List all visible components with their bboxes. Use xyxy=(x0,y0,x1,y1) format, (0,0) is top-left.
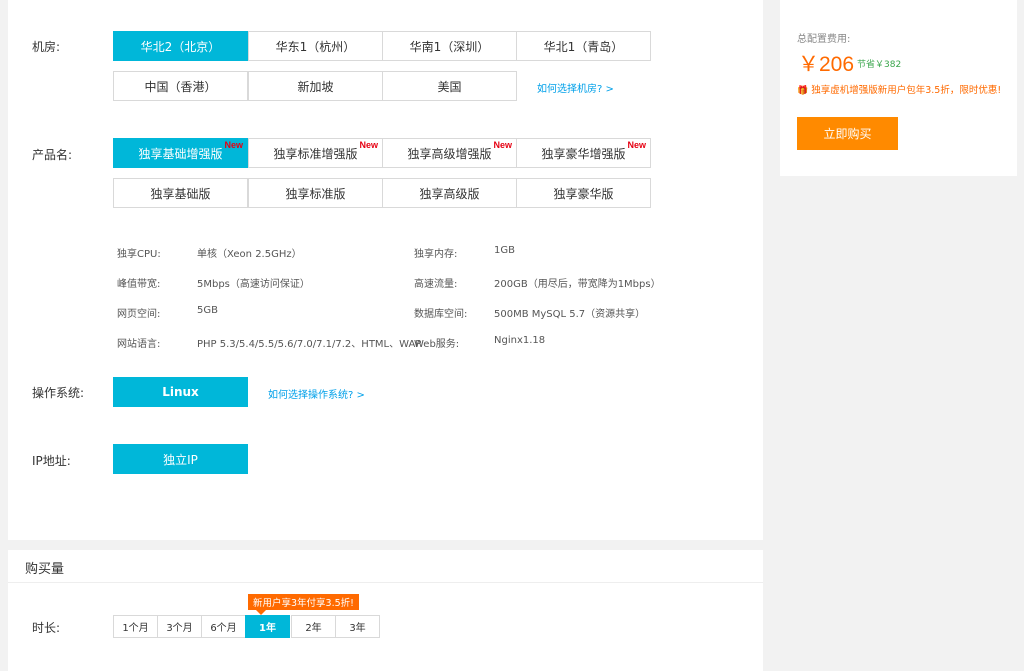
ip-label: IP地址: xyxy=(32,454,71,468)
product-option-basic-plus[interactable]: 独享基础增强版 New xyxy=(113,138,248,168)
os-help-link[interactable]: 如何选择操作系统? > xyxy=(268,386,365,401)
product-option-text: 独享基础增强版 xyxy=(138,146,223,161)
spec-space-value: 5GB xyxy=(197,305,218,316)
divider xyxy=(8,582,763,583)
duration-option-3-months[interactable]: 3个月 xyxy=(157,615,202,638)
config-panel: 机房: 华北2（北京） 华东1（杭州） 华南1（深圳） 华北1（青岛） 中国（香… xyxy=(8,0,763,540)
spec-memory-key: 独享内存: xyxy=(414,249,458,260)
product-option-standard[interactable]: 独享标准版 xyxy=(248,178,383,208)
region-option-shenzhen[interactable]: 华南1（深圳） xyxy=(382,31,517,61)
product-option-luxury-plus[interactable]: 独享豪华增强版 New xyxy=(516,138,651,168)
price-summary-panel: 总配置费用: ￥206 节省￥382 🎁 独享虚机增强版新用户包年3.5折，限时优… xyxy=(780,0,1017,176)
region-option-singapore[interactable]: 新加坡 xyxy=(248,71,383,101)
spec-cpu-value: 单核（Xeon 2.5GHz） xyxy=(197,249,302,260)
total-cost-label: 总配置费用: xyxy=(797,34,851,45)
spec-bandwidth-value: 5Mbps（高速访问保证） xyxy=(197,279,310,290)
product-option-advanced[interactable]: 独享高级版 xyxy=(382,178,517,208)
new-badge: New xyxy=(493,140,512,150)
region-option-hangzhou[interactable]: 华东1（杭州） xyxy=(248,31,383,61)
region-help-link[interactable]: 如何选择机房? > xyxy=(537,80,614,95)
region-option-qingdao[interactable]: 华北1（青岛） xyxy=(516,31,651,61)
region-option-beijing[interactable]: 华北2（北京） xyxy=(113,31,248,61)
duration-option-1-year[interactable]: 1年 xyxy=(245,615,290,638)
duration-option-3-years[interactable]: 3年 xyxy=(335,615,380,638)
duration-option-6-months[interactable]: 6个月 xyxy=(201,615,246,638)
os-label: 操作系统: xyxy=(32,386,85,400)
product-option-standard-plus[interactable]: 独享标准增强版 New xyxy=(248,138,383,168)
spec-bandwidth-key: 峰值带宽: xyxy=(117,279,161,290)
spec-traffic-value: 200GB（用尽后，带宽降为1Mbps） xyxy=(494,279,661,290)
spec-db-value: 500MB MySQL 5.7（资源共享） xyxy=(494,309,646,320)
spec-cpu-key: 独享CPU: xyxy=(117,249,161,260)
total-price: ￥206 xyxy=(798,53,855,76)
new-badge: New xyxy=(224,140,243,150)
spec-web-value: Nginx1.18 xyxy=(494,335,546,346)
gift-icon: 🎁 xyxy=(797,86,809,96)
duration-label: 时长: xyxy=(32,621,61,635)
promo-text: 独享虚机增强版新用户包年3.5折，限时优惠! xyxy=(811,85,1002,96)
spec-traffic-key: 高速流量: xyxy=(414,279,458,290)
os-option-linux[interactable]: Linux xyxy=(113,377,248,407)
duration-option-1-month[interactable]: 1个月 xyxy=(113,615,158,638)
spec-db-key: 数据库空间: xyxy=(414,309,468,320)
duration-option-2-years[interactable]: 2年 xyxy=(291,615,336,638)
spec-web-key: Web服务: xyxy=(414,339,460,350)
region-option-usa[interactable]: 美国 xyxy=(382,71,517,101)
new-badge: New xyxy=(627,140,646,150)
spec-memory-value: 1GB xyxy=(494,245,515,256)
purchase-title: 购买量 xyxy=(25,562,65,577)
product-option-advanced-plus[interactable]: 独享高级增强版 New xyxy=(382,138,517,168)
savings-text: 节省￥382 xyxy=(857,60,902,70)
region-label: 机房: xyxy=(32,40,61,54)
product-option-luxury[interactable]: 独享豪华版 xyxy=(516,178,651,208)
ip-option-dedicated[interactable]: 独立IP xyxy=(113,444,248,474)
spec-lang-key: 网站语言: xyxy=(117,339,161,350)
spec-lang-value: PHP 5.3/5.4/5.5/5.6/7.0/7.1/7.2、HTML、WAP xyxy=(197,339,422,350)
buy-now-button[interactable]: 立即购买 xyxy=(797,117,898,150)
promo-flag: 新用户享3年付享3.5折! xyxy=(248,594,359,615)
product-label: 产品名: xyxy=(32,148,73,162)
region-option-hongkong[interactable]: 中国（香港） xyxy=(113,71,248,101)
product-option-text: 独享标准增强版 xyxy=(273,146,358,161)
purchase-panel: 购买量 时长: 新用户享3年付享3.5折! 1个月 3个月 6个月 1年 2年 … xyxy=(8,550,763,671)
product-option-text: 独享高级增强版 xyxy=(407,146,492,161)
product-option-basic[interactable]: 独享基础版 xyxy=(113,178,248,208)
new-badge: New xyxy=(359,140,378,150)
promo-notice: 🎁 独享虚机增强版新用户包年3.5折，限时优惠! xyxy=(797,84,1007,98)
spec-space-key: 网页空间: xyxy=(117,309,161,320)
product-option-text: 独享豪华增强版 xyxy=(541,146,626,161)
